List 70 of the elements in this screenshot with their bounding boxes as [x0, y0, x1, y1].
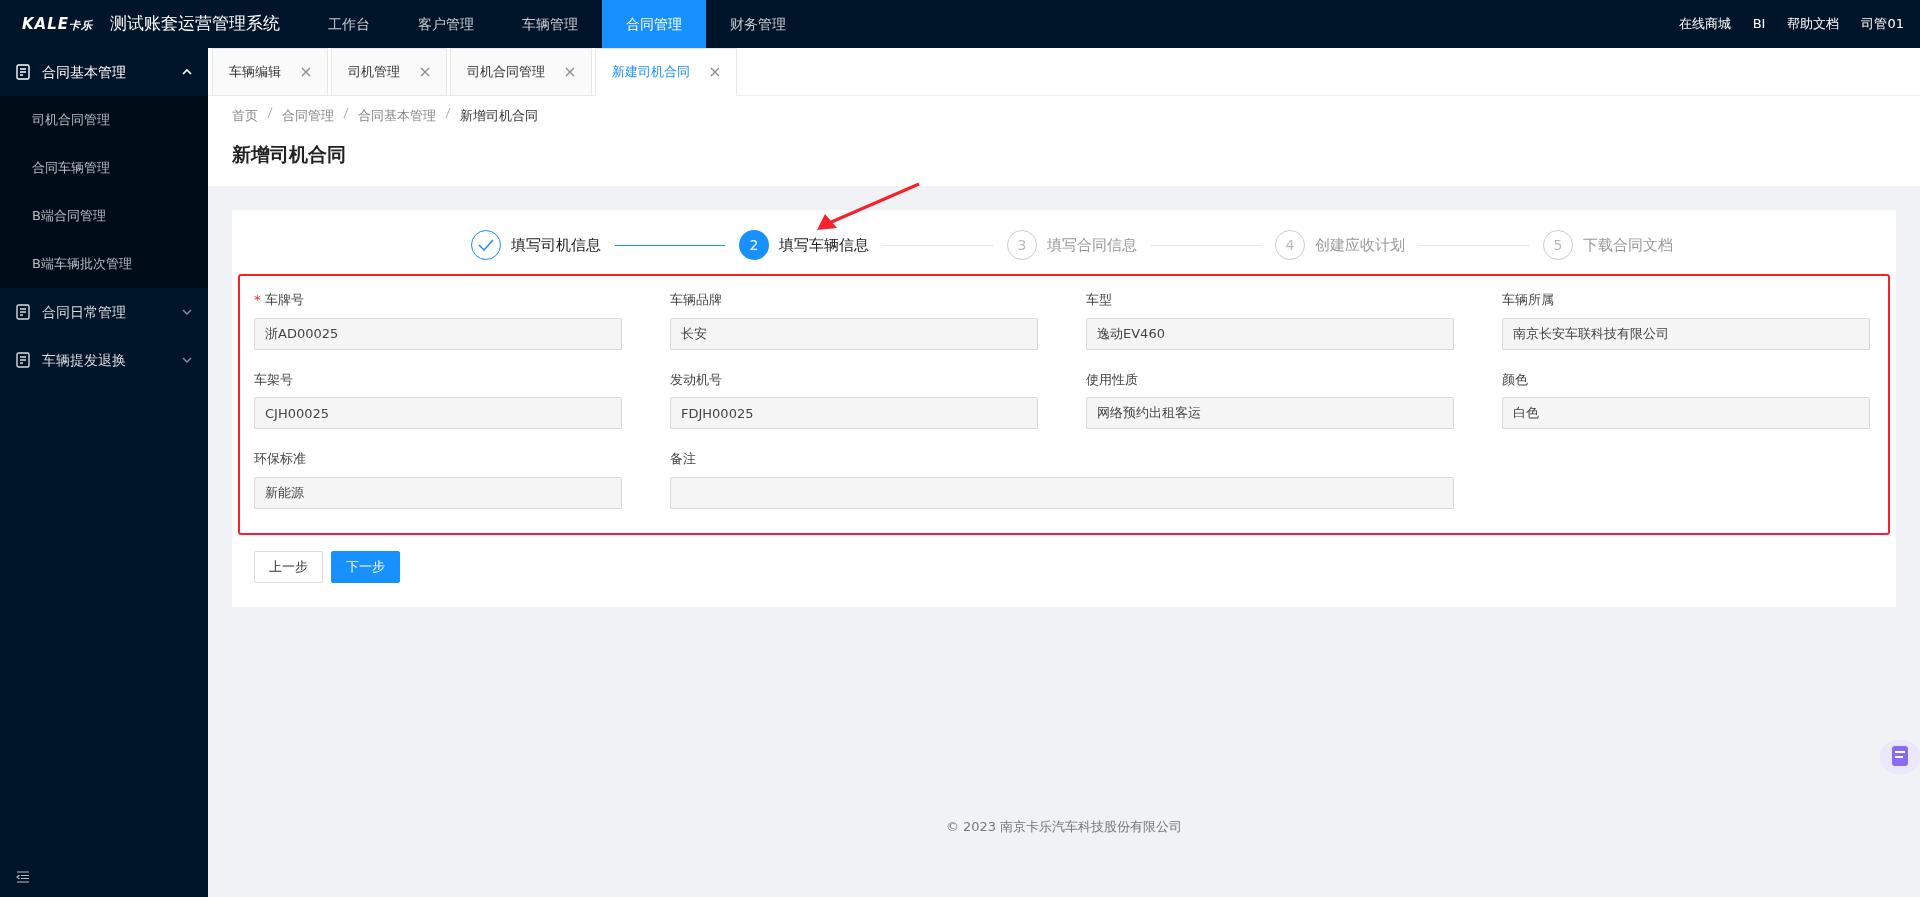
- sidebar-item[interactable]: 司机合同管理: [0, 96, 208, 144]
- copyright-symbol: ©: [945, 818, 959, 837]
- input-field[interactable]: FDJH00025: [670, 397, 1038, 429]
- chevron-up-icon: [182, 68, 192, 76]
- required-marker: *: [254, 291, 261, 309]
- footer-text: 2023 南京卡乐汽车科技股份有限公司: [962, 818, 1183, 837]
- page-tab[interactable]: 车辆编辑: [212, 48, 328, 96]
- header-link[interactable]: BI: [1752, 14, 1766, 34]
- field-label: 车辆品牌: [670, 291, 722, 309]
- input-field[interactable]: CJH00025: [254, 397, 622, 429]
- nav-tab[interactable]: 车辆管理: [498, 0, 602, 48]
- page-tab[interactable]: 司机管理: [331, 48, 447, 96]
- breadcrumb-link[interactable]: 首页: [232, 106, 258, 126]
- sidebar-group[interactable]: 合同基本管理: [0, 48, 208, 96]
- input-field[interactable]: 南京长安车联科技有限公司: [1502, 317, 1870, 350]
- step-label: 下载合同文档: [1583, 234, 1673, 256]
- back-button[interactable]: 上一步: [254, 550, 323, 583]
- document-icon: [16, 64, 30, 80]
- step-label: 填写车辆信息: [779, 234, 869, 256]
- header-link[interactable]: 帮助文档: [1787, 14, 1840, 34]
- collapse-menu-icon[interactable]: [16, 871, 30, 883]
- sidebar-item[interactable]: B端合同管理: [0, 192, 208, 240]
- input-field[interactable]: 白色: [1502, 397, 1870, 429]
- breadcrumb-current: 新增司机合同: [460, 107, 538, 125]
- field-label: 车架号: [254, 370, 293, 389]
- field-label: 车牌号: [264, 291, 304, 309]
- sidebar-item[interactable]: 合同车辆管理: [0, 144, 208, 192]
- nav-tab[interactable]: 工作台: [304, 0, 394, 48]
- page-tab[interactable]: 司机合同管理: [450, 48, 592, 96]
- separator-icon: [342, 106, 350, 120]
- sidebar-group[interactable]: 合同日常管理: [0, 288, 208, 336]
- step-label: 填写司机信息: [511, 234, 601, 256]
- input-field[interactable]: 网络预约出租客运: [1086, 397, 1454, 429]
- field-label: 使用性质: [1086, 370, 1138, 389]
- input-field[interactable]: 新能源: [254, 476, 622, 509]
- document-icon: [16, 304, 30, 320]
- page-title: 新增司机合同: [232, 141, 347, 167]
- input-field[interactable]: 逸动EV460: [1086, 317, 1454, 350]
- close-icon[interactable]: [710, 67, 720, 77]
- close-icon[interactable]: [301, 67, 311, 77]
- sidebar-group[interactable]: 车辆提发退换: [0, 336, 208, 384]
- step-indicator: 2: [739, 230, 769, 260]
- input-field[interactable]: 长安: [670, 317, 1038, 350]
- close-icon[interactable]: [420, 67, 430, 77]
- app-title: 测试账套运营管理系统: [110, 12, 280, 36]
- field-label: 车型: [1086, 291, 1112, 309]
- chevron-down-icon: [182, 356, 192, 364]
- breadcrumb-link[interactable]: 合同管理: [282, 106, 334, 126]
- input-field[interactable]: 浙AD00025: [254, 317, 622, 350]
- header-link[interactable]: 在线商城: [1678, 14, 1731, 34]
- step-label: 创建应收计划: [1315, 234, 1405, 256]
- field-label: 颜色: [1502, 370, 1528, 389]
- separator-icon: [266, 106, 274, 120]
- field-label: 发动机号: [670, 370, 722, 389]
- header-link[interactable]: 司管01: [1861, 14, 1904, 34]
- field-label: 环保标准: [254, 450, 306, 468]
- sidebar-item[interactable]: B端车辆批次管理: [0, 240, 208, 288]
- document-icon: [16, 352, 30, 368]
- close-icon[interactable]: [565, 67, 575, 77]
- chat-widget-icon[interactable]: [1880, 738, 1920, 776]
- nav-tab[interactable]: 客户管理: [394, 0, 498, 48]
- field-label: 车辆所属: [1502, 291, 1554, 309]
- step-label: 填写合同信息: [1047, 234, 1137, 256]
- separator-icon: [444, 106, 452, 120]
- nav-tab[interactable]: 财务管理: [706, 0, 810, 48]
- breadcrumb-link[interactable]: 合同基本管理: [358, 106, 436, 126]
- input-field[interactable]: [670, 476, 1454, 509]
- field-label: 备注: [670, 450, 696, 468]
- chevron-down-icon: [182, 308, 192, 316]
- logo: KALE卡乐: [21, 13, 95, 35]
